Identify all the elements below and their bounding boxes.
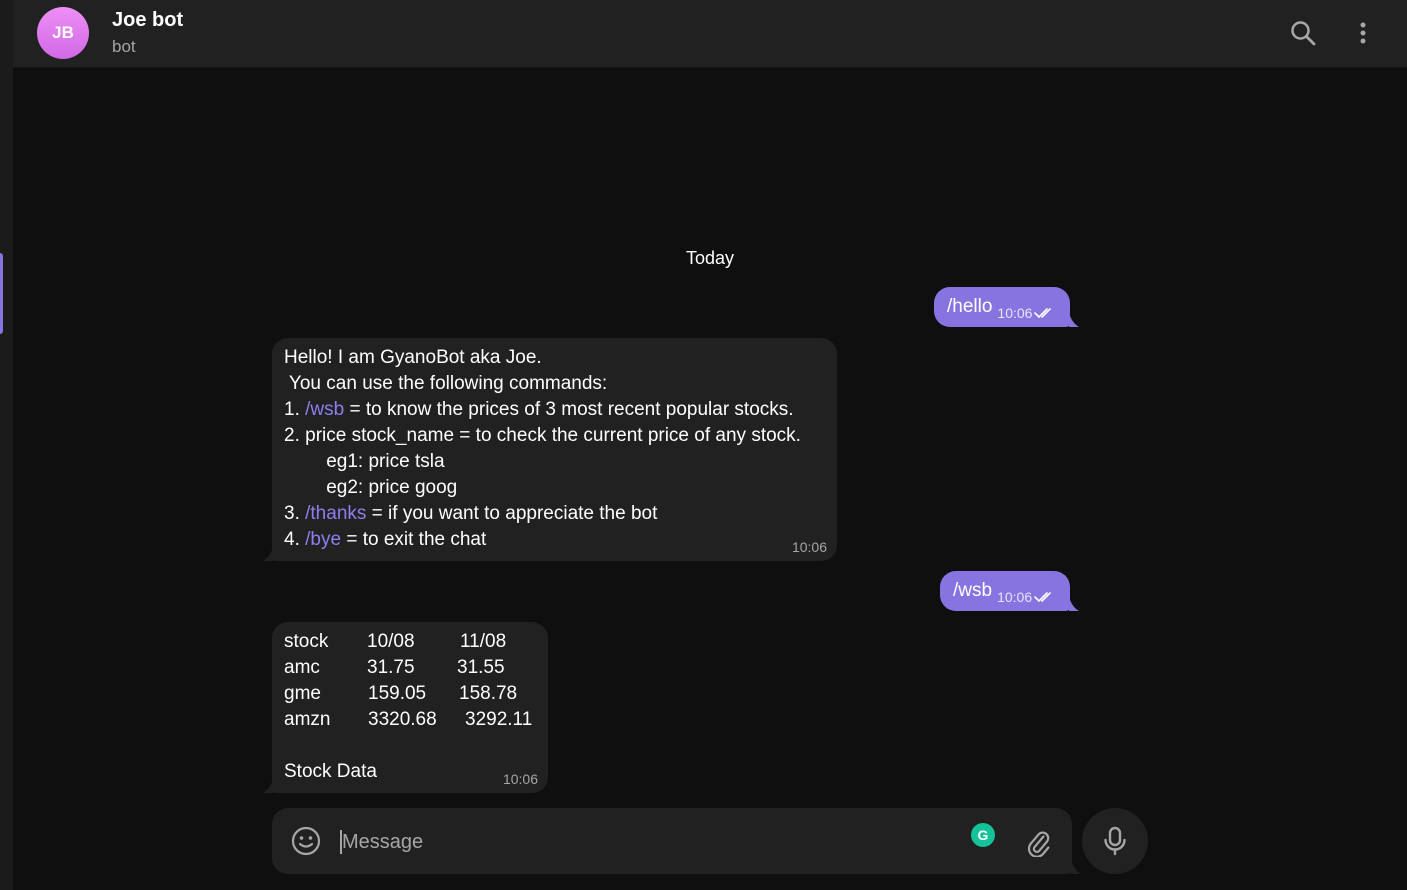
stock-cell: 31.55 xyxy=(457,657,505,678)
bubble-tail xyxy=(263,779,273,793)
more-vertical-icon xyxy=(1360,22,1366,44)
stock-header-cell: 10/08 xyxy=(367,631,415,652)
emoji-button[interactable] xyxy=(288,823,324,859)
stock-cell: 3320.68 xyxy=(368,709,437,730)
message-line: eg2: price goog xyxy=(284,477,458,498)
command-link-bye[interactable]: /bye xyxy=(305,529,341,550)
record-voice-button[interactable] xyxy=(1082,808,1148,874)
stock-cell: 158.78 xyxy=(459,683,518,704)
search-button[interactable] xyxy=(1283,13,1323,53)
stock-cell: 159.05 xyxy=(368,683,427,704)
message-line: 2. price stock_name = to check the curre… xyxy=(284,425,801,446)
message-input[interactable] xyxy=(340,824,944,860)
command-link-thanks[interactable]: /thanks xyxy=(305,503,366,524)
chat-title[interactable]: Joe bot xyxy=(112,9,183,32)
bubble-tail xyxy=(1069,597,1079,611)
stock-cell: 3292.11 xyxy=(465,709,533,730)
message-line: You can use the following commands: xyxy=(284,373,608,394)
stock-row: amc 31.75 31.55 xyxy=(284,655,505,681)
active-chat-indicator xyxy=(0,253,3,334)
message-time: 10:06 xyxy=(997,305,1033,321)
stock-table: stock 10/08 11/08 amc 31.75 31.55 gme 15… xyxy=(284,629,532,785)
message-line: 4. /bye = to exit the chat xyxy=(284,529,487,550)
message-meta: 10:06 xyxy=(997,584,1056,610)
incoming-message[interactable]: Hello! I am GyanoBot aka Joe. You can us… xyxy=(263,338,837,561)
stock-cell: gme xyxy=(284,683,321,704)
stock-cell: amzn xyxy=(284,709,331,730)
message-text: /hello xyxy=(947,296,993,317)
paperclip-icon xyxy=(1027,831,1050,857)
bubble-tail xyxy=(263,547,273,561)
grammarly-letter: G xyxy=(977,827,989,843)
stock-header-cell: 11/08 xyxy=(460,631,507,652)
search-icon xyxy=(1291,21,1316,46)
incoming-message[interactable]: stock 10/08 11/08 amc 31.75 31.55 gme 15… xyxy=(263,622,548,793)
outgoing-message[interactable]: /hello 10:06 xyxy=(934,287,1079,327)
message-line: Hello! I am GyanoBot aka Joe. xyxy=(284,347,542,368)
message-time: 10:06 xyxy=(502,771,538,787)
microphone-icon xyxy=(1104,826,1126,856)
outgoing-message[interactable]: /wsb 10:06 xyxy=(940,571,1079,611)
command-link-wsb[interactable]: /wsb xyxy=(305,399,344,420)
message-list[interactable]: Today /hello 10:06 Hello! I am GyanoBot … xyxy=(13,68,1407,890)
more-options-button[interactable] xyxy=(1343,13,1383,53)
date-separator: Today xyxy=(685,247,735,268)
message-meta: 10:06 xyxy=(997,300,1056,326)
left-panel-edge xyxy=(0,0,13,890)
message-time: 10:06 xyxy=(791,539,827,555)
message-text: /wsb xyxy=(953,580,993,601)
stock-footer: Stock Data xyxy=(284,761,377,782)
message-line: eg1: price tsla xyxy=(284,451,445,472)
bubble-tail xyxy=(1071,860,1081,874)
stock-row: gme 159.05 158.78 xyxy=(284,681,517,707)
double-check-icon xyxy=(1034,592,1051,603)
message-line: 1. /wsb = to know the prices of 3 most r… xyxy=(284,399,794,420)
message-composer: G xyxy=(272,808,1081,874)
smile-icon xyxy=(291,826,321,856)
message-line: 3. /thanks = if you want to appreciate t… xyxy=(284,503,658,524)
text-cursor xyxy=(340,830,342,854)
chat-header: JB Joe bot bot xyxy=(13,0,1407,68)
stock-cell: 31.75 xyxy=(367,657,415,678)
double-check-icon xyxy=(1034,308,1052,319)
stock-cell: amc xyxy=(284,657,320,678)
message-time: 10:06 xyxy=(997,589,1033,605)
stock-row: amzn 3320.68 3292.11 xyxy=(284,707,532,733)
attach-button[interactable] xyxy=(1020,825,1056,861)
stock-table-header: stock 10/08 11/08 xyxy=(284,629,506,655)
stock-header-cell: stock xyxy=(284,631,329,652)
grammarly-icon[interactable]: G xyxy=(971,823,995,847)
avatar[interactable]: JB xyxy=(37,7,89,59)
bubble-tail xyxy=(1069,313,1079,327)
chat-subtitle: bot xyxy=(112,37,136,56)
